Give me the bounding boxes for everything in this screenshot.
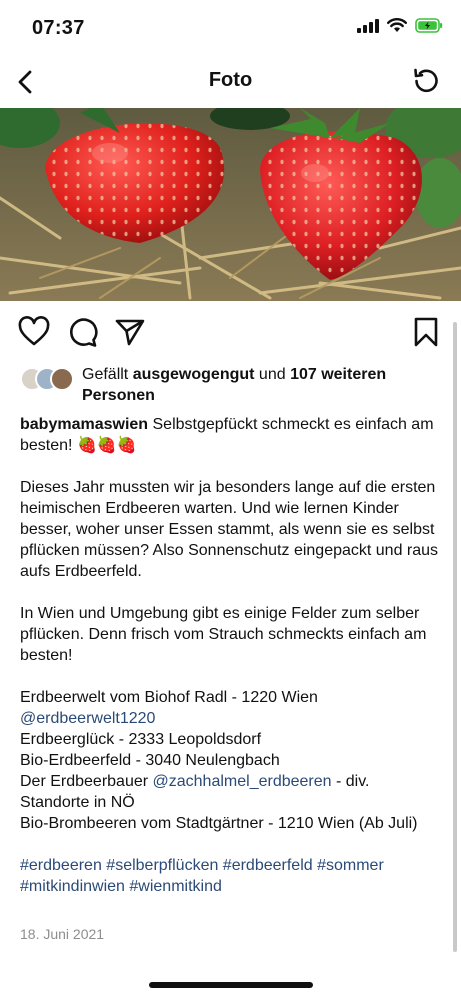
likes-prefix: Gefällt (82, 366, 133, 383)
refresh-icon[interactable] (411, 66, 441, 96)
home-indicator[interactable] (149, 982, 313, 988)
post-photo[interactable] (0, 108, 461, 301)
farm-line-4-pre: Der Erdbeerbauer (20, 773, 153, 790)
mention-link[interactable]: @erdbeerwelt1220 (20, 710, 155, 727)
strawberry-photo (0, 108, 461, 301)
signal-icon (357, 18, 379, 33)
farm-line-5: Bio-Brombeeren vom Stadtgärtner - 1210 W… (20, 815, 418, 832)
liker-username[interactable]: ausgewogengut (133, 366, 255, 383)
heart-icon[interactable] (18, 316, 50, 348)
author-username[interactable]: babymamaswien (20, 416, 148, 433)
likes-middle: und (254, 366, 291, 383)
bookmark-icon[interactable] (410, 316, 442, 348)
post-caption: babymamaswien Selbstgepfückt schmeckt es… (20, 414, 440, 897)
farm-line-2: Erdbeerglück - 2333 Leopoldsdorf (20, 731, 262, 748)
avatar (50, 367, 74, 391)
liker-avatars[interactable] (20, 367, 80, 391)
strawberry-emoji: 🍓🍓🍓 (76, 437, 137, 454)
caption-paragraph-2: In Wien und Umgebung gibt es einige Feld… (20, 605, 427, 664)
mention-link[interactable]: @zachhalmel_erdbeeren (153, 773, 332, 790)
post-date: 18. Juni 2021 (20, 926, 105, 942)
action-bar (0, 316, 461, 352)
scrollbar[interactable] (453, 322, 457, 952)
status-time: 07:37 (32, 17, 85, 39)
wifi-icon (387, 18, 407, 32)
comment-icon[interactable] (66, 316, 98, 348)
likes-text: Gefällt ausgewogengut und 107 weiteren P… (82, 364, 442, 406)
caption-paragraph-1: Dieses Jahr mussten wir ja besonders lan… (20, 479, 439, 580)
farm-line-3: Bio-Erdbeerfeld - 3040 Neulengbach (20, 752, 280, 769)
battery-icon (415, 18, 443, 33)
hashtags[interactable]: #erdbeeren #selberpflücken #erdbeerfeld … (20, 855, 440, 897)
farm-line-1: Erdbeerwelt vom Biohof Radl - 1220 Wien (20, 689, 318, 706)
status-bar: 07:37 (0, 0, 461, 56)
nav-bar: Foto (0, 56, 461, 108)
page-title: Foto (208, 69, 253, 91)
status-icons (357, 18, 443, 33)
share-icon[interactable] (114, 316, 146, 348)
